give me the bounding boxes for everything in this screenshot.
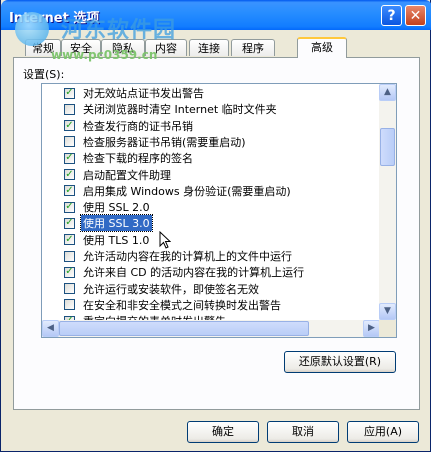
vertical-scroll-thumb[interactable]	[380, 128, 395, 166]
vertical-scrollbar[interactable]: ▲ ▼	[379, 84, 396, 320]
settings-row-label: 启动配置文件助理	[83, 168, 171, 182]
checkbox-unchecked[interactable]	[64, 299, 75, 311]
close-button[interactable]: ✕	[405, 5, 426, 26]
settings-row-label: 使用 TLS 1.0	[83, 233, 150, 247]
cancel-button[interactable]: 取消	[267, 421, 339, 443]
settings-row-label: 检查服务器证书吊销(需要重启动)	[83, 135, 246, 149]
settings-row-label: 关闭浏览器时清空 Internet 临时文件夹	[83, 103, 277, 117]
settings-row[interactable]: ✓ 启用集成 Windows 身份验证(需要重启动)	[64, 183, 293, 199]
settings-row-label: 允许活动内容在我的计算机上的文件中运行	[83, 250, 292, 263]
tab-content[interactable]: 内容	[145, 39, 187, 56]
scroll-down-button[interactable]: ▼	[379, 303, 396, 320]
checkbox-checked[interactable]: ✓	[64, 152, 75, 164]
settings-row-label: 检查下载的程序的签名	[83, 152, 193, 166]
settings-row-label: 使用 SSL 3.0	[80, 214, 153, 233]
settings-row[interactable]: ✓ 启动配置文件助理	[64, 167, 173, 183]
settings-row-label: 允许来自 CD 的活动内容在我的计算机上运行	[83, 266, 305, 280]
tab-programs[interactable]: 程序	[231, 39, 275, 56]
scroll-left-button[interactable]: ◀	[42, 320, 59, 337]
help-button[interactable]: ?	[381, 5, 402, 26]
restore-defaults-button[interactable]: 还原默认设置(R)	[284, 351, 396, 373]
checkbox-unchecked[interactable]	[64, 283, 75, 295]
checkbox-checked[interactable]: ✓	[64, 217, 75, 229]
checkbox-unchecked[interactable]	[64, 103, 75, 115]
checkbox-checked[interactable]: ✓	[64, 169, 75, 180]
tab-privacy[interactable]: 隐私	[101, 39, 145, 56]
checkbox-checked[interactable]: ✓	[64, 120, 75, 132]
checkbox-unchecked[interactable]	[64, 250, 75, 262]
settings-row[interactable]: ✓ 使用 TLS 1.0	[64, 232, 151, 248]
settings-row-label: 使用 SSL 2.0	[83, 201, 150, 215]
settings-row[interactable]: ✓ 使用 SSL 3.0	[64, 214, 153, 233]
checkbox-checked[interactable]: ✓	[64, 87, 75, 99]
mouse-pointer-icon	[159, 231, 171, 249]
tab-general[interactable]: 常规	[25, 39, 61, 56]
settings-list-body: ✓ 对无效站点证书发出警告关闭浏览器时清空 Internet 临时文件夹 ✓ 检查发行…	[42, 84, 380, 320]
ok-button[interactable]: 确定	[187, 421, 259, 443]
tab-connections[interactable]: 连接	[189, 39, 229, 56]
settings-row-label: 在安全和非安全模式之间转换时发出警告	[83, 298, 281, 312]
settings-row-label: 启用集成 Windows 身份验证(需要重启动)	[83, 184, 291, 198]
settings-row[interactable]: ✓ 检查下载的程序的签名	[64, 150, 195, 166]
checkbox-unchecked[interactable]	[64, 136, 75, 148]
scrollbar-corner	[379, 320, 396, 337]
horizontal-scrollbar[interactable]: ◀ ▶	[42, 320, 380, 337]
settings-row-label: 检查发行商的证书吊销	[83, 119, 193, 133]
checkbox-checked[interactable]: ✓	[64, 201, 75, 213]
internet-options-dialog: Internet 选项 ? ✕ 常规 安全 隐私 内容 连接 程序 高级 河东软…	[0, 0, 431, 452]
window-title: Internet 选项	[9, 11, 100, 26]
checkbox-checked[interactable]: ✓	[64, 266, 75, 278]
settings-row[interactable]: 允许运行或安装软件，即使签名无效	[64, 281, 261, 297]
title-bar[interactable]: Internet 选项 ? ✕	[1, 0, 431, 30]
settings-row[interactable]: 允许活动内容在我的计算机上的文件中运行	[64, 248, 294, 264]
settings-row[interactable]: ✓ 对无效站点证书发出警告	[64, 85, 206, 101]
horizontal-scroll-thumb[interactable]	[59, 321, 309, 336]
settings-row[interactable]: 关闭浏览器时清空 Internet 临时文件夹	[64, 101, 279, 117]
scroll-right-button[interactable]: ▶	[363, 320, 380, 337]
apply-button[interactable]: 应用(A)	[347, 421, 419, 443]
checkbox-checked[interactable]: ✓	[64, 234, 75, 246]
tab-advanced[interactable]: 高级	[297, 37, 347, 58]
settings-label: 设置(S):	[23, 68, 65, 81]
settings-row[interactable]: 检查服务器证书吊销(需要重启动)	[64, 134, 248, 150]
settings-row[interactable]: 在安全和非安全模式之间转换时发出警告	[64, 297, 283, 313]
settings-row[interactable]: ✓重定向提交的表单时发出警告	[64, 313, 228, 320]
settings-row[interactable]: ✓ 允许来自 CD 的活动内容在我的计算机上运行	[64, 264, 306, 280]
checkbox-checked[interactable]: ✓	[64, 185, 75, 197]
settings-row[interactable]: ✓ 使用 SSL 2.0	[64, 199, 152, 215]
settings-row-label: 重定向提交的表单时发出警告	[81, 313, 228, 320]
settings-row-label: 对无效站点证书发出警告	[83, 87, 204, 100]
settings-row-label: 允许运行或安装软件，即使签名无效	[83, 282, 259, 296]
settings-list[interactable]: ✓ 对无效站点证书发出警告关闭浏览器时清空 Internet 临时文件夹 ✓ 检查发行…	[41, 83, 397, 338]
settings-row[interactable]: ✓ 检查发行商的证书吊销	[64, 118, 195, 134]
scroll-up-button[interactable]: ▲	[379, 84, 396, 101]
tab-security[interactable]: 安全	[61, 39, 101, 56]
